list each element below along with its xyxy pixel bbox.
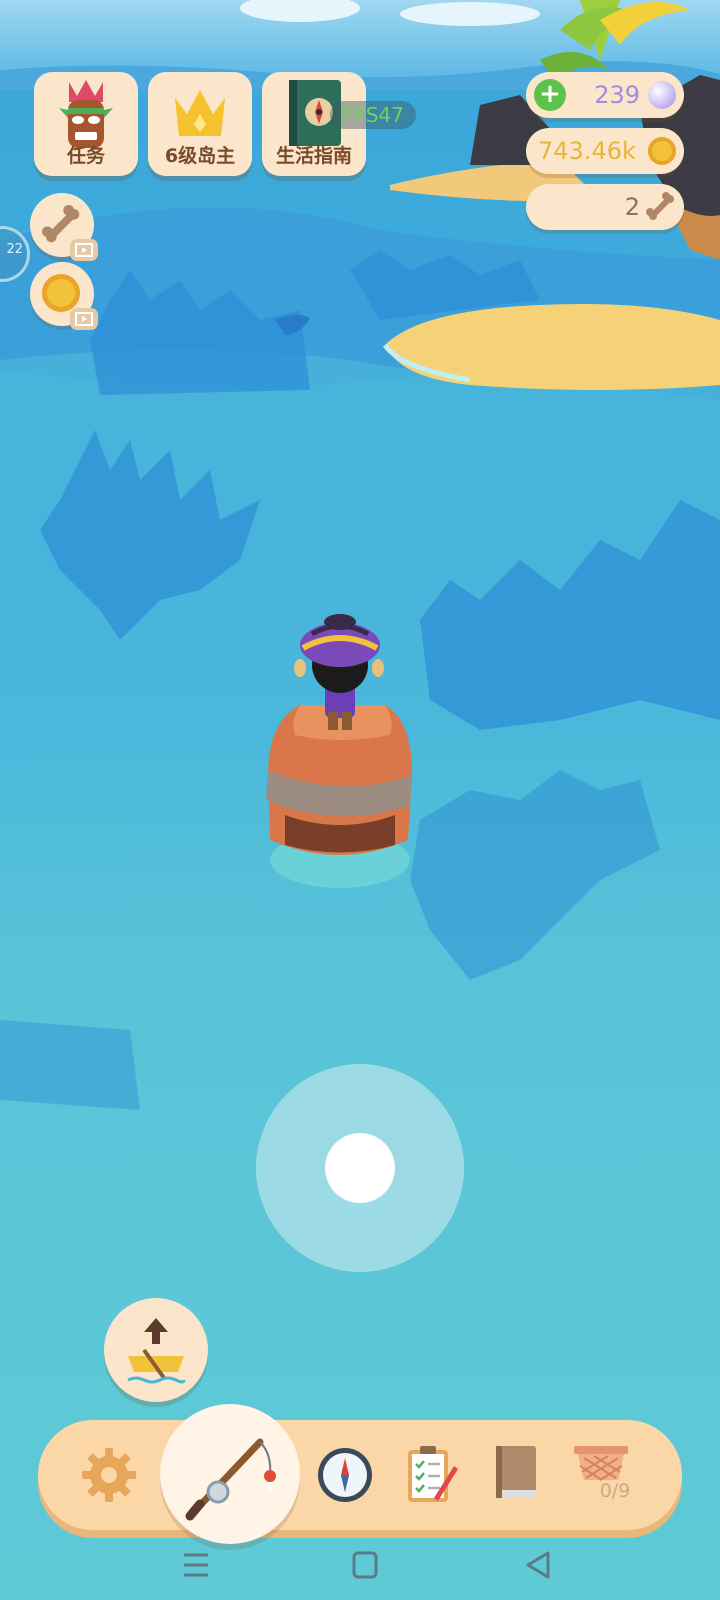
- tiki-mask-icon: [59, 80, 113, 148]
- settings-button[interactable]: [74, 1420, 144, 1530]
- tasks-checklist-button[interactable]: [404, 1420, 460, 1530]
- bone-ad-button[interactable]: [30, 193, 98, 261]
- collection-book-button[interactable]: [494, 1420, 540, 1530]
- menu-icon: [184, 1553, 208, 1577]
- board-boat-button[interactable]: [104, 1298, 208, 1402]
- video-ad-icon: [70, 239, 98, 261]
- pearl-icon: [648, 81, 676, 109]
- bone-icon: [646, 192, 674, 220]
- pearl-value: 239: [594, 81, 640, 109]
- fps-counter: FPS47: [330, 101, 416, 129]
- basket-button[interactable]: [572, 1420, 632, 1530]
- bottom-toolbar: [38, 1420, 682, 1530]
- coin-ad-button[interactable]: [30, 262, 98, 330]
- boat-up-icon: [127, 1318, 186, 1384]
- checklist-icon: [408, 1446, 458, 1502]
- fishing-button[interactable]: [160, 1404, 300, 1544]
- system-menu-button[interactable]: [176, 1540, 216, 1590]
- task-button[interactable]: 任务: [34, 72, 138, 176]
- pearl-counter[interactable]: + 239: [526, 72, 684, 118]
- coin-icon: [648, 137, 676, 165]
- coin-counter: 743.46k: [526, 128, 684, 174]
- settings-icon: [82, 1448, 136, 1502]
- compass-button[interactable]: [316, 1420, 376, 1530]
- video-ad-icon: [70, 308, 98, 330]
- bone-counter: 2: [526, 184, 684, 230]
- compass-icon: [318, 1448, 372, 1502]
- bone-value: 2: [624, 193, 640, 221]
- home-square-icon: [352, 1551, 378, 1579]
- edge-timer-text: 22: [6, 242, 23, 257]
- back-triangle-icon: [526, 1551, 550, 1579]
- add-pearls-icon[interactable]: +: [534, 79, 566, 111]
- task-label: 任务: [66, 145, 105, 167]
- basket-icon: [574, 1446, 628, 1481]
- guide-label: 生活指南: [275, 145, 352, 167]
- system-back-button[interactable]: [518, 1540, 558, 1590]
- island-level-button[interactable]: 6级岛主: [148, 72, 252, 176]
- basket-count: 0/9: [599, 1480, 631, 1502]
- coin-icon: [42, 274, 80, 312]
- crown-icon: [175, 90, 225, 136]
- virtual-joystick[interactable]: [256, 1064, 464, 1272]
- coin-value: 743.46k: [538, 137, 636, 165]
- fishing-rod-icon: [185, 1438, 276, 1521]
- system-home-button[interactable]: [345, 1540, 385, 1590]
- book-icon: [496, 1446, 536, 1498]
- level-label: 6级岛主: [164, 145, 236, 167]
- joystick-knob[interactable]: [325, 1133, 395, 1203]
